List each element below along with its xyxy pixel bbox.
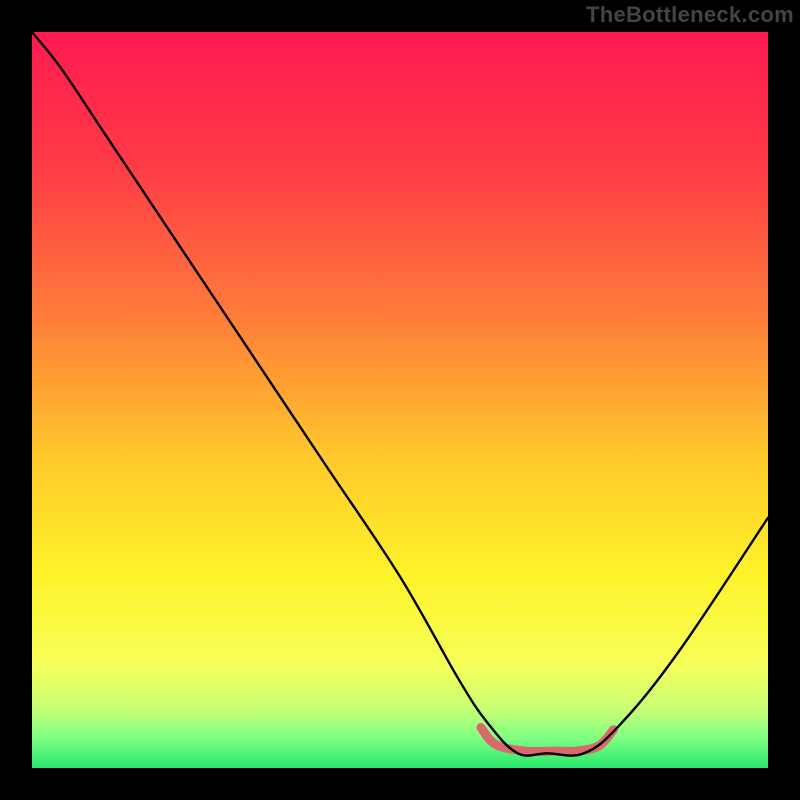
chart-frame: TheBottleneck.com	[0, 0, 800, 800]
attribution-watermark: TheBottleneck.com	[586, 2, 794, 28]
bottleneck-curve	[32, 32, 768, 756]
curve-layer	[32, 32, 768, 768]
plot-area	[32, 32, 768, 768]
